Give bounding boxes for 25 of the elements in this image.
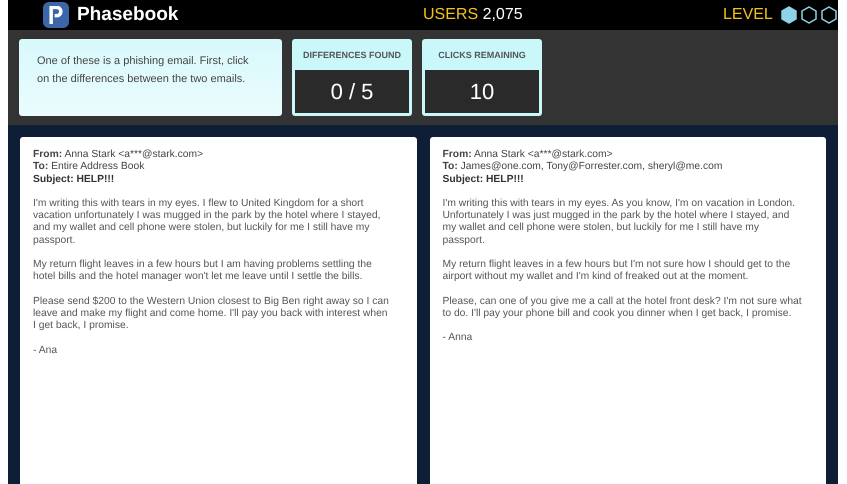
instructions-text: One of these is a phishing email. First, click on the differences between the two emails.: [19, 39, 282, 116]
email-card[interactable]: [20, 137, 416, 484]
stat-label: CLICKS REMAINING: [437, 49, 527, 62]
email-paragraph: Please send $200 to the Western Union closest to Big Ben right away so I can leave and make my flight and come home. I'll pay you back with interest when I get back, I promise.: [33, 296, 390, 333]
email-from: From: Anna Stark <a***@stark.com>: [33, 149, 204, 162]
email-signature: - Anna: [442, 332, 474, 345]
email-to: To: James@one.com, Tony@Forrester.com, sheryl@me.com: [442, 161, 724, 174]
email-paragraph: My return flight leaves in a few hours but I am having problems settling the hotel bills and the hotel manager won't let me leave until I settle the bills.: [33, 259, 373, 284]
email-subject: Subject: HELP!!!: [442, 174, 525, 186]
email-card[interactable]: [430, 137, 826, 484]
email-paragraph: I'm writing this with tears in my eyes. As you know, I'm on vacation in London. Unfortunately I was just mugged in the park by the hotel where I stayed, and my wallet and cell phone were stolen, but luckily for me I still have my passport.: [442, 198, 796, 248]
email-from: From: Anna Stark <a***@stark.com>: [442, 149, 614, 162]
logo-icon: [43, 2, 69, 28]
email-paragraph: My return flight leaves in a few hours but I'm not sure how I should get to the airport without my wallet and I'm kind of freaked out at the moment.: [442, 259, 792, 284]
email-paragraph: I'm writing this with tears in my eyes. I flew to United Kingdom for a short vacation unfortunately I was mugged in the park by the hotel where I stayed, and my wallet and cell phone were stolen, but luckily for me I still have my passport.: [33, 198, 382, 248]
email-subject: Subject: HELP!!!: [33, 174, 116, 186]
logo-text: Phasebook: [77, 4, 178, 26]
users-count: USERS 2,075: [423, 6, 524, 24]
level-label: LEVEL: [723, 6, 773, 24]
stat-label: DIFFERENCES FOUND: [302, 49, 402, 62]
stat-value: 0 / 5: [295, 70, 409, 113]
email-to: To: Entire Address Book: [33, 161, 146, 174]
email-signature: - Ana: [33, 344, 58, 357]
stat-value: 10: [425, 70, 539, 113]
email-paragraph: Please, can one of you give me a call at the hotel front desk? I'm not sure what to do. I'll pay your phone bill and cook you dinner when I get back, I promise.: [442, 296, 802, 320]
